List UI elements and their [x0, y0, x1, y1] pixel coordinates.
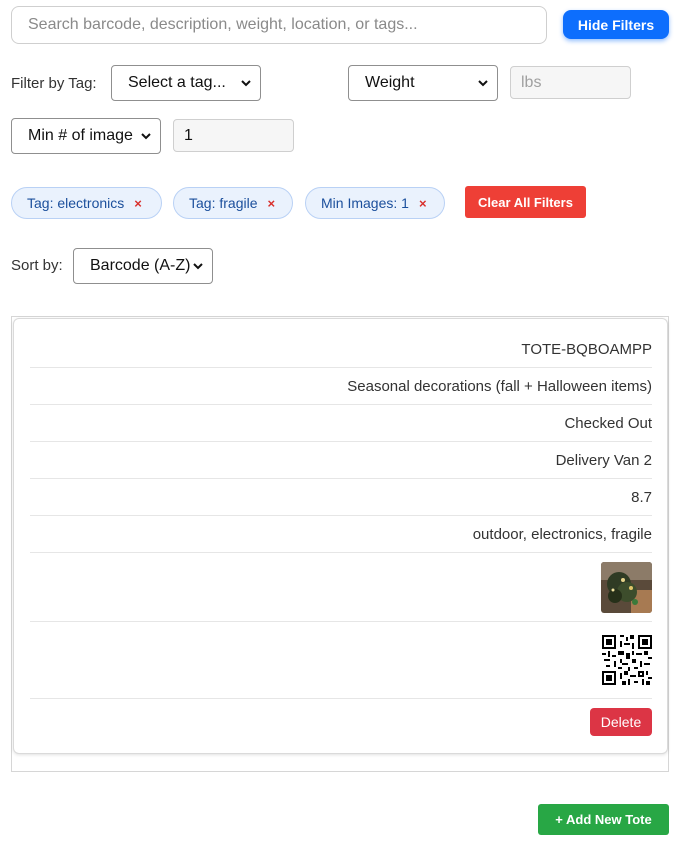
- tote-tags-row: outdoor, electronics, fragile: [30, 516, 652, 553]
- remove-filter-icon[interactable]: ×: [267, 196, 275, 211]
- chevron-down-icon: [193, 263, 203, 270]
- sort-select[interactable]: Barcode (A-Z): [73, 248, 213, 284]
- sort-select-value: Barcode (A-Z): [90, 257, 191, 274]
- tote-card: TOTE-BQBOAMPP Seasonal decorations (fall…: [13, 318, 668, 754]
- active-filter-chip: Tag: electronics ×: [11, 187, 162, 219]
- sort-by-label: Sort by:: [11, 257, 63, 274]
- chip-label: Tag: fragile: [189, 195, 258, 211]
- tote-weight: 8.7: [631, 488, 652, 506]
- tote-actions-row: Delete: [30, 699, 652, 744]
- tote-weight-row: 8.7: [30, 479, 652, 516]
- remove-filter-icon[interactable]: ×: [419, 196, 427, 211]
- tote-description: Seasonal decorations (fall + Halloween i…: [347, 377, 652, 395]
- chevron-down-icon: [478, 80, 488, 87]
- tote-image-row: [30, 553, 652, 622]
- tote-barcode: TOTE-BQBOAMPP: [521, 340, 652, 358]
- remove-filter-icon[interactable]: ×: [134, 196, 142, 211]
- clear-all-filters-button[interactable]: Clear All Filters: [465, 186, 586, 218]
- min-images-select[interactable]: Min # of image: [11, 118, 161, 154]
- hide-filters-button[interactable]: Hide Filters: [563, 10, 669, 39]
- chevron-down-icon: [141, 133, 151, 140]
- qr-code-icon[interactable]: [602, 635, 652, 685]
- photo-thumbnail[interactable]: [601, 561, 652, 613]
- tag-select[interactable]: Select a tag...: [111, 65, 261, 101]
- tote-barcode-row: TOTE-BQBOAMPP: [30, 331, 652, 368]
- tag-select-value: Select a tag...: [128, 74, 226, 91]
- tote-tags: outdoor, electronics, fragile: [472, 525, 652, 543]
- min-images-input[interactable]: [173, 119, 294, 152]
- delete-button[interactable]: Delete: [590, 707, 652, 736]
- tote-qr-row: [30, 622, 652, 699]
- tote-location-row: Delivery Van 2: [30, 442, 652, 479]
- min-images-select-value: Min # of image: [28, 127, 133, 144]
- tote-location: Delivery Van 2: [555, 451, 652, 469]
- active-filter-chip: Tag: fragile ×: [173, 187, 293, 219]
- active-filter-chip: Min Images: 1 ×: [305, 187, 445, 219]
- tote-status: Checked Out: [564, 414, 652, 432]
- chip-label: Min Images: 1: [321, 195, 409, 211]
- tote-status-row: Checked Out: [30, 405, 652, 442]
- weight-input[interactable]: [510, 66, 631, 99]
- weight-operator-select[interactable]: Weight: [348, 65, 498, 101]
- search-input[interactable]: [11, 6, 547, 44]
- tote-description-row: Seasonal decorations (fall + Halloween i…: [30, 368, 652, 405]
- filter-by-tag-label: Filter by Tag:: [11, 75, 97, 92]
- add-new-tote-button[interactable]: + Add New Tote: [538, 804, 669, 835]
- weight-select-value: Weight: [365, 74, 415, 91]
- chip-label: Tag: electronics: [27, 195, 125, 211]
- chevron-down-icon: [241, 80, 251, 87]
